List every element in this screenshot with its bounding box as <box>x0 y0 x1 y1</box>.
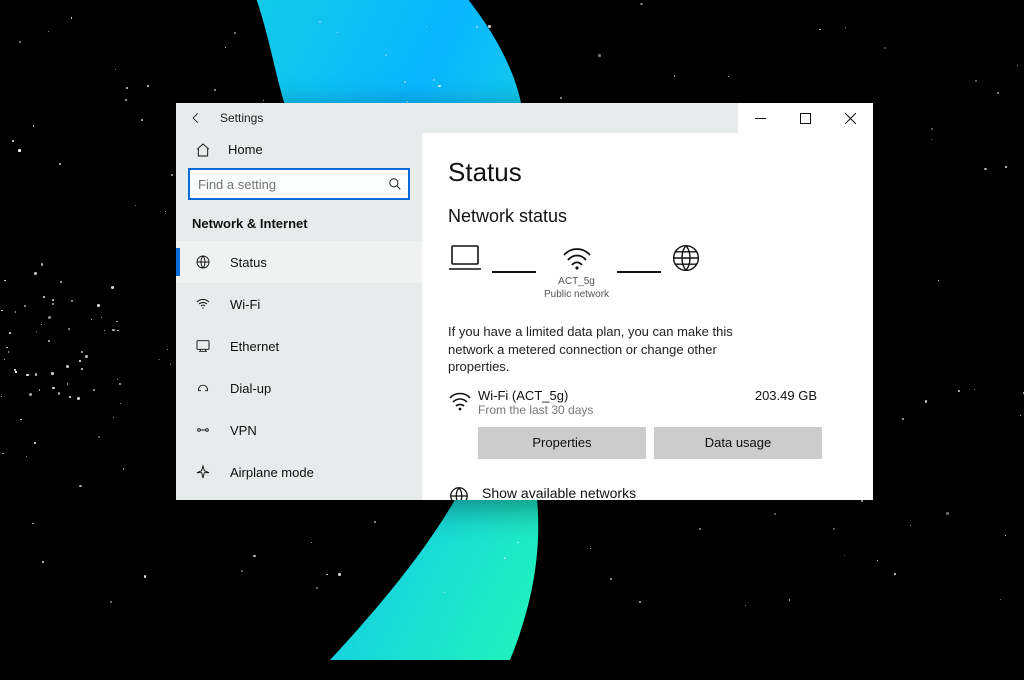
sidebar-item-dialup[interactable]: Dial-up <box>176 367 422 409</box>
network-diagram: ACT_5g Public network <box>446 243 847 301</box>
airplane-icon <box>194 464 212 480</box>
home-nav[interactable]: Home <box>176 133 422 166</box>
sidebar-item-hotspot[interactable]: Mobile hotspot <box>176 493 422 500</box>
connection-sub: From the last 30 days <box>478 403 755 417</box>
sidebar-item-wifi[interactable]: Wi-Fi <box>176 283 422 325</box>
sidebar-item-label: Ethernet <box>230 339 279 354</box>
show-networks-row[interactable]: Show available networks View the connect… <box>448 485 847 500</box>
titlebar[interactable]: Settings <box>176 103 873 133</box>
sidebar-item-label: Wi-Fi <box>230 297 260 312</box>
connection-row: Wi-Fi (ACT_5g) From the last 30 days 203… <box>448 388 847 417</box>
search-input[interactable] <box>190 177 382 192</box>
page-title: Status <box>448 157 847 188</box>
show-networks-label: Show available networks <box>482 485 698 500</box>
back-button[interactable] <box>176 103 216 133</box>
sidebar-heading: Network & Internet <box>176 208 422 241</box>
connection-wifi-icon <box>448 388 478 417</box>
data-usage-button[interactable]: Data usage <box>654 427 822 459</box>
settings-window: Settings Home <box>176 103 873 500</box>
sidebar-item-label: Dial-up <box>230 381 271 396</box>
home-icon <box>194 142 212 158</box>
window-title: Settings <box>216 111 263 125</box>
globe-small-icon <box>448 485 470 500</box>
sidebar-item-vpn[interactable]: VPN <box>176 409 422 451</box>
section-heading: Network status <box>448 206 847 227</box>
sidebar: Home Network & Internet Status <box>176 133 422 500</box>
connection-usage: 203.49 GB <box>755 388 847 403</box>
sidebar-item-label: VPN <box>230 423 257 438</box>
sidebar-item-label: Status <box>230 255 267 270</box>
connection-name: Wi-Fi (ACT_5g) <box>478 388 755 403</box>
main-panel: Status Network status ACT_5g Pub <box>422 133 873 500</box>
maximize-button[interactable] <box>783 103 828 133</box>
window-controls <box>738 103 873 133</box>
vpn-icon <box>194 422 212 438</box>
sidebar-item-status[interactable]: Status <box>176 241 422 283</box>
diagram-ssid: ACT_5g <box>558 276 595 287</box>
description-text: If you have a limited data plan, you can… <box>448 323 778 376</box>
sidebar-item-ethernet[interactable]: Ethernet <box>176 325 422 367</box>
globe-icon <box>669 243 703 273</box>
minimize-button[interactable] <box>738 103 783 133</box>
dialup-icon <box>194 380 212 396</box>
status-icon <box>194 254 212 270</box>
search-icon <box>382 177 408 191</box>
diagram-type: Public network <box>544 289 609 300</box>
close-button[interactable] <box>828 103 873 133</box>
wifi-signal-icon <box>560 243 594 273</box>
laptop-icon <box>446 243 484 273</box>
wifi-icon <box>194 296 212 312</box>
properties-button[interactable]: Properties <box>478 427 646 459</box>
home-label: Home <box>228 142 263 157</box>
sidebar-item-airplane[interactable]: Airplane mode <box>176 451 422 493</box>
sidebar-item-label: Airplane mode <box>230 465 314 480</box>
search-input-wrap[interactable] <box>188 168 410 200</box>
ethernet-icon <box>194 338 212 354</box>
